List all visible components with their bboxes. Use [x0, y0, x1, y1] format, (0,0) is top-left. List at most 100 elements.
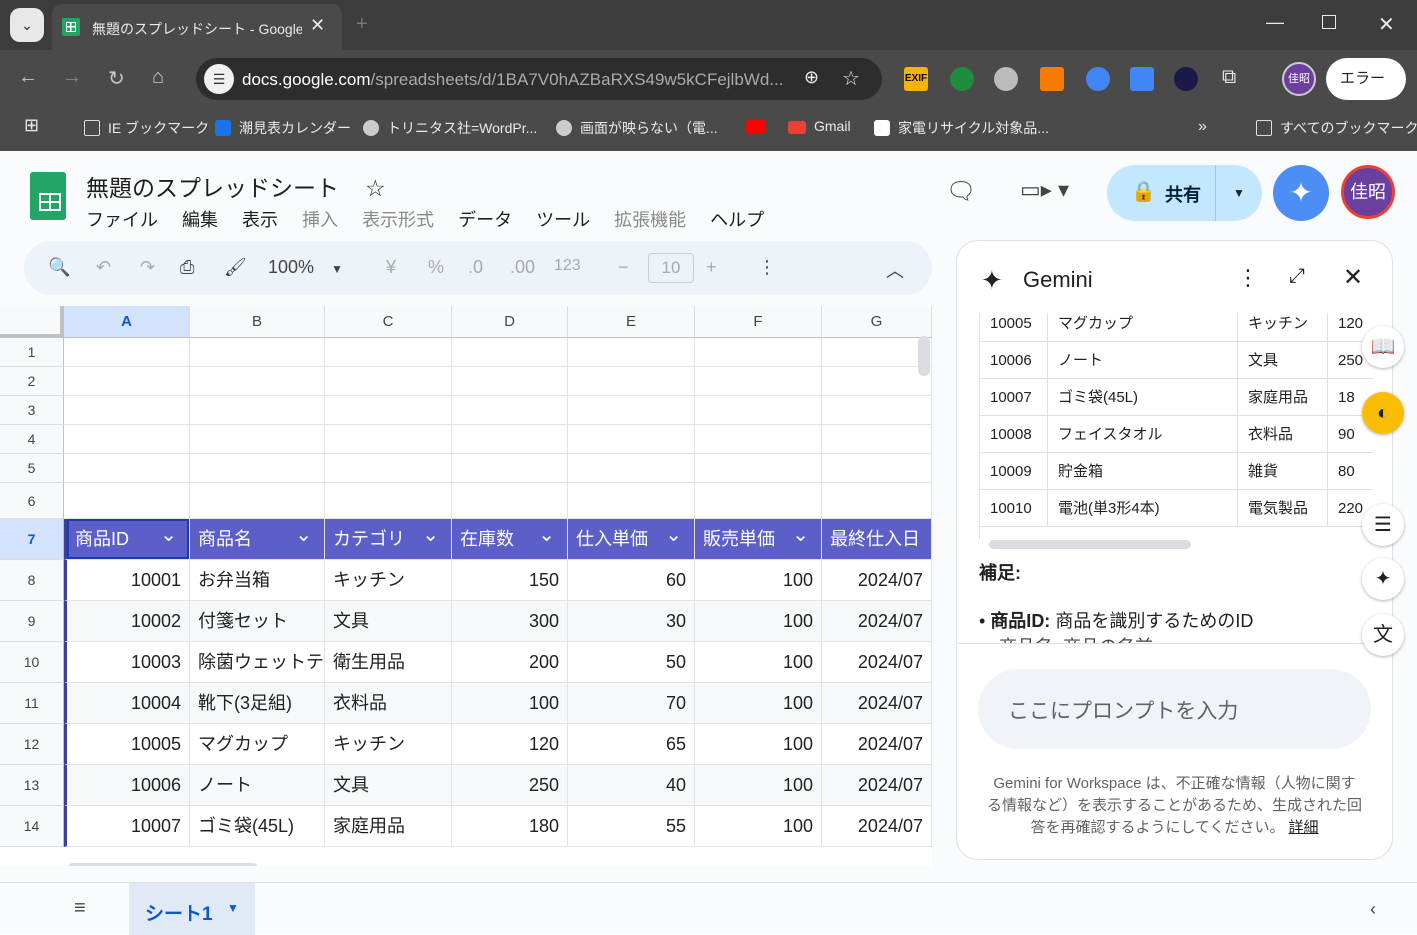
empty-cell[interactable]: [568, 338, 695, 367]
gemini-table-scrollbar[interactable]: [989, 540, 1191, 549]
share-dropdown-icon[interactable]: ▼: [1215, 165, 1262, 221]
table-cell[interactable]: 靴下(3足組): [190, 683, 325, 724]
bookmark-gmail[interactable]: Gmail: [788, 118, 851, 134]
note-list-icon[interactable]: ☰: [1362, 504, 1404, 546]
empty-cell[interactable]: [822, 425, 932, 454]
meet-icon[interactable]: ▭▸ ▾: [1020, 177, 1069, 203]
row-header[interactable]: 2: [0, 367, 64, 396]
star-icon[interactable]: ☆: [365, 175, 386, 201]
empty-cell[interactable]: [695, 396, 822, 425]
empty-cell[interactable]: [822, 454, 932, 483]
row-header[interactable]: 11: [0, 683, 64, 724]
empty-cell[interactable]: [822, 483, 932, 519]
filter-chevron-icon[interactable]: ⌄: [665, 519, 682, 556]
table-cell[interactable]: 100: [695, 765, 822, 806]
profile-error-button[interactable]: エラー ⋮: [1326, 58, 1406, 129]
expand-icon[interactable]: ⤢: [1289, 265, 1305, 288]
empty-cell[interactable]: [64, 425, 190, 454]
exif-extension-icon[interactable]: EXIF: [904, 67, 928, 91]
font-size-increase-icon[interactable]: +: [706, 257, 717, 278]
table-cell[interactable]: 100: [695, 683, 822, 724]
vertical-scrollbar[interactable]: [918, 336, 930, 376]
font-size-decrease-icon[interactable]: −: [618, 257, 629, 278]
search-menu-icon[interactable]: 🔍: [48, 257, 70, 278]
table-cell[interactable]: 付箋セット: [190, 601, 325, 642]
bookmark-tide[interactable]: 潮見表カレンダー: [215, 118, 351, 138]
table-cell[interactable]: 200: [452, 642, 568, 683]
comments-icon[interactable]: 🗨: [946, 177, 976, 206]
column-header[interactable]: C: [325, 306, 452, 338]
quote-extension-icon[interactable]: [950, 67, 974, 91]
bookmark-amazon[interactable]: 家電リサイクル対象品...: [874, 118, 1049, 138]
filter-chevron-icon[interactable]: ⌄: [422, 519, 439, 556]
filter-chevron-icon[interactable]: ⌄: [160, 519, 177, 556]
gemini-more-icon[interactable]: ⋮: [1237, 265, 1259, 291]
play-extension-icon[interactable]: [1040, 67, 1064, 91]
currency-button[interactable]: ¥: [386, 257, 396, 278]
table-cell[interactable]: 180: [452, 806, 568, 847]
table-cell[interactable]: お弁当箱: [190, 560, 325, 601]
empty-cell[interactable]: [452, 425, 568, 454]
row-header[interactable]: 13: [0, 765, 64, 806]
menu-tools[interactable]: ツール: [536, 210, 590, 230]
translate-extension-icon[interactable]: [1130, 67, 1154, 91]
document-title[interactable]: 無題のスプレッドシート ☆: [86, 169, 386, 203]
table-header-cell[interactable]: 商品ID ⌄: [64, 519, 190, 560]
details-link[interactable]: 詳細: [1289, 819, 1319, 836]
extensions-puzzle-icon[interactable]: ⧉: [1222, 66, 1236, 89]
table-cell[interactable]: 30: [568, 601, 695, 642]
empty-cell[interactable]: [190, 425, 325, 454]
column-header[interactable]: D: [452, 306, 568, 338]
table-cell[interactable]: 55: [568, 806, 695, 847]
table-cell[interactable]: 10002: [64, 601, 190, 642]
sheets-logo-icon[interactable]: [30, 172, 66, 220]
profile-avatar-icon[interactable]: 佳昭: [1282, 62, 1316, 96]
menu-format[interactable]: 表示形式: [362, 210, 434, 230]
column-header[interactable]: F: [695, 306, 822, 338]
row-header[interactable]: 14: [0, 806, 64, 847]
table-cell[interactable]: 10006: [64, 765, 190, 806]
empty-cell[interactable]: [190, 396, 325, 425]
close-window-icon[interactable]: ✕: [1378, 12, 1395, 37]
empty-cell[interactable]: [325, 425, 452, 454]
empty-cell[interactable]: [568, 454, 695, 483]
empty-cell[interactable]: [695, 425, 822, 454]
table-header-cell[interactable]: 仕入単価 ⌄: [568, 519, 695, 560]
menu-help[interactable]: ヘルプ: [710, 210, 764, 230]
reload-icon[interactable]: ↻: [108, 66, 125, 91]
table-cell[interactable]: 10007: [64, 806, 190, 847]
bookmark-screen[interactable]: 画面が映らない（電...: [556, 118, 718, 138]
forward-icon[interactable]: →: [62, 66, 82, 89]
minimize-icon[interactable]: —: [1266, 12, 1284, 33]
table-cell[interactable]: 衛生用品: [325, 642, 452, 683]
collapse-toolbar-icon[interactable]: ︿: [886, 257, 904, 283]
table-cell[interactable]: 70: [568, 683, 695, 724]
empty-cell[interactable]: [822, 367, 932, 396]
empty-cell[interactable]: [452, 338, 568, 367]
empty-cell[interactable]: [695, 338, 822, 367]
home-icon[interactable]: ⌂: [152, 66, 164, 89]
table-cell[interactable]: 衣料品: [325, 683, 452, 724]
table-cell[interactable]: 文具: [325, 765, 452, 806]
column-header[interactable]: G: [822, 306, 932, 338]
zoom-icon[interactable]: ⊕: [804, 67, 819, 88]
sparkle-icon[interactable]: ✦: [1362, 558, 1404, 600]
undo-icon[interactable]: ↶: [96, 257, 111, 278]
close-tab-icon[interactable]: ✕: [310, 15, 325, 36]
empty-cell[interactable]: [64, 454, 190, 483]
row-header[interactable]: 10: [0, 642, 64, 683]
empty-cell[interactable]: [325, 367, 452, 396]
filter-chevron-icon[interactable]: ⌄: [792, 519, 809, 556]
menu-edit[interactable]: 編集: [182, 210, 218, 230]
empty-cell[interactable]: [190, 367, 325, 396]
browser-tab[interactable]: 無題のスプレッドシート - Google ス ✕: [52, 4, 342, 50]
horizontal-scrollbar[interactable]: [68, 863, 258, 866]
print-icon[interactable]: ⎙: [180, 257, 194, 278]
rss-extension-icon[interactable]: [994, 67, 1018, 91]
redo-icon[interactable]: ↷: [140, 257, 155, 278]
empty-cell[interactable]: [695, 367, 822, 396]
row-header[interactable]: 4: [0, 425, 64, 454]
table-cell[interactable]: 2024/07: [822, 806, 932, 847]
empty-cell[interactable]: [568, 396, 695, 425]
percent-button[interactable]: %: [428, 257, 444, 278]
